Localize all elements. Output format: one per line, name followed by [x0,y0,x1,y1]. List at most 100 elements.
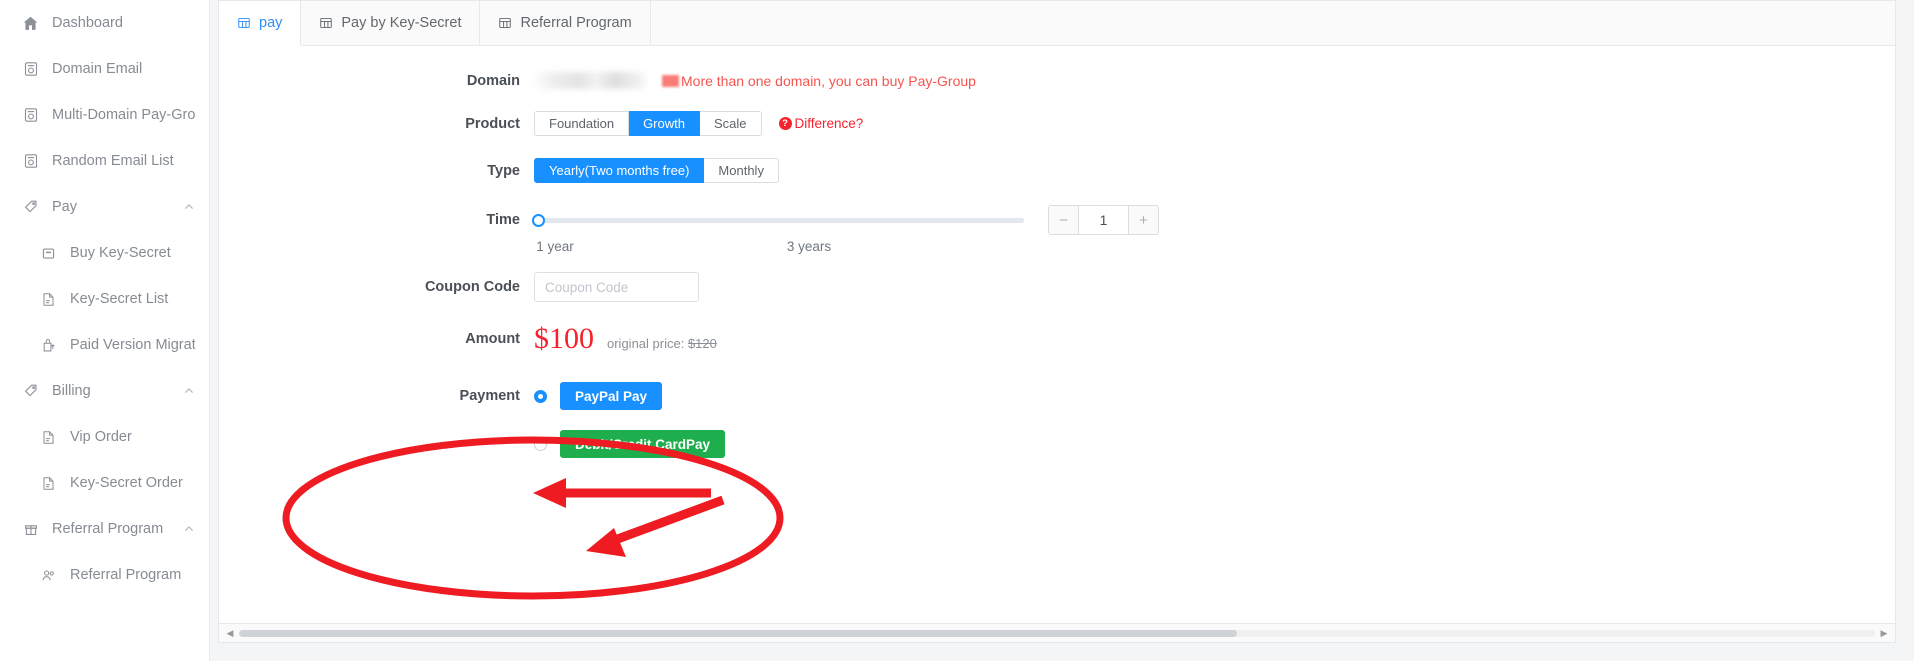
product-row: Product Foundation Growth Scale ? Differ… [219,111,1895,136]
quantity-stepper: − 1 + [1048,205,1159,235]
slider-rail [534,217,1024,223]
sidebar: Dashboard Domain Email Multi-Domain Pay-… [0,0,210,661]
slider-segment [904,217,1024,223]
table-icon [319,16,333,30]
product-option-group: Foundation Growth Scale [534,111,762,136]
sidebar-group-pay[interactable]: Pay [0,184,209,230]
people-icon [40,567,57,584]
sidebar-item-label: Domain Email [52,61,143,77]
debit-credit-card-pay-button[interactable]: Debit/Credit CardPay [560,430,726,458]
payment-row-card: Debit/Credit CardPay [219,430,1895,458]
sidebar-item-key-secret-order[interactable]: Key-Secret Order [0,460,209,506]
domain-label: Domain [466,72,520,89]
tag-icon [22,383,39,400]
payment-radio-card[interactable] [534,437,547,451]
horizontal-scrollbar[interactable]: ◀ ▶ [219,623,1895,642]
sidebar-item-buy-key-secret[interactable]: Buy Key-Secret [0,230,209,276]
tab-pay[interactable]: pay [219,1,302,46]
sidebar-group-referral-program[interactable]: Referral Program [0,506,209,552]
type-option-monthly[interactable]: Monthly [704,158,779,183]
time-slider[interactable] [532,210,1024,230]
card-icon [40,245,57,262]
time-label: Time [486,212,520,228]
table-icon [498,16,512,30]
quantity-value[interactable]: 1 [1079,206,1128,234]
pay-form: Domain More than one domain, you can buy… [219,46,1895,458]
type-option-yearly[interactable]: Yearly(Two months free) [534,158,705,183]
sidebar-item-label: Buy Key-Secret [70,245,171,261]
time-row: Time − 1 + [219,205,1895,235]
slider-handle[interactable] [532,213,545,227]
amount-value: $100 [534,322,594,355]
sidebar-group-billing[interactable]: Billing [0,368,209,414]
scrollbar-thumb[interactable] [239,629,1237,637]
sidebar-item-label: Billing [52,383,91,399]
list-icon [40,475,57,492]
domain-email-icon [22,107,39,124]
type-option-group: Yearly(Two months free) Monthly [534,158,779,183]
table-icon [237,16,251,30]
coupon-input[interactable] [534,272,699,302]
sidebar-item-vip-order[interactable]: Vip Order [0,414,209,460]
sidebar-item-label: Vip Order [70,429,132,445]
main-content: pay Pay by Key-Secret Referral Program D… [210,0,1914,661]
sidebar-item-dashboard[interactable]: Dashboard [0,0,209,46]
product-option-scale[interactable]: Scale [699,111,762,136]
tab-label: pay [259,15,283,31]
question-icon: ? [778,117,792,130]
slider-segment [534,217,654,223]
payment-radio-paypal[interactable] [534,389,547,403]
home-icon [22,15,39,32]
domain-hint: More than one domain, you can buy Pay-Gr… [662,73,976,89]
migration-icon [40,337,57,354]
difference-link-label: Difference? [794,116,864,131]
sidebar-item-domain-email[interactable]: Domain Email [0,46,209,92]
sidebar-item-label: Key-Secret List [70,291,169,307]
domain-email-icon [22,61,39,78]
original-price: original price: $120 [607,336,717,351]
gift-icon [22,521,39,538]
payment-label: Payment [459,388,520,404]
time-slider-marks: 1 year 3 years [534,239,1024,254]
amount-label: Amount [465,331,520,347]
scroll-right-arrow-icon[interactable]: ▶ [1877,628,1891,639]
paypal-pay-button[interactable]: PayPal Pay [560,382,663,410]
scroll-left-arrow-icon[interactable]: ◀ [223,628,237,639]
domain-row: Domain More than one domain, you can buy… [219,72,1895,89]
coupon-label: Coupon Code [424,279,520,295]
tab-label: Referral Program [520,15,632,31]
coupon-row: Coupon Code [219,272,1895,302]
type-label: Type [487,162,520,179]
sidebar-item-referral-program[interactable]: Referral Program [0,552,209,598]
sidebar-item-label: Multi-Domain Pay-Group [52,107,195,123]
scrollbar-track[interactable] [239,629,1875,637]
type-row: Type Yearly(Two months free) Monthly [219,158,1895,183]
slider-segment [781,217,901,223]
difference-link[interactable]: ? Difference? [778,116,864,131]
sidebar-item-label: Key-Secret Order [70,475,183,491]
product-option-foundation[interactable]: Foundation [534,111,630,136]
slider-segment [657,217,777,223]
quantity-increase-button[interactable]: + [1128,206,1158,234]
sidebar-item-label: Random Email List [52,153,174,169]
sidebar-item-random-email-list[interactable]: Random Email List [0,138,209,184]
pay-panel: pay Pay by Key-Secret Referral Program D… [218,0,1896,643]
chevron-up-icon [183,385,195,397]
slider-mark-max: 3 years [786,239,832,254]
sidebar-item-label: Referral Program [52,521,164,537]
tag-icon [22,199,39,216]
sidebar-item-paid-version-migration[interactable]: Paid Version Migration [0,322,209,368]
product-option-growth[interactable]: Growth [629,111,700,136]
domain-hint-text: More than one domain, you can buy Pay-Gr… [681,72,976,89]
quantity-decrease-button[interactable]: − [1049,206,1079,234]
tab-pay-by-key-secret[interactable]: Pay by Key-Secret [301,1,481,45]
list-icon [40,429,57,446]
sidebar-item-key-secret-list[interactable]: Key-Secret List [0,276,209,322]
sidebar-item-label: Dashboard [52,15,123,31]
original-price-value: $120 [687,336,717,351]
flag-icon [662,74,679,87]
tab-referral-program[interactable]: Referral Program [480,1,651,45]
sidebar-item-multi-domain-pay-group[interactable]: Multi-Domain Pay-Group [0,92,209,138]
domain-value-redacted [534,72,646,89]
tab-bar: pay Pay by Key-Secret Referral Program [219,1,1895,46]
